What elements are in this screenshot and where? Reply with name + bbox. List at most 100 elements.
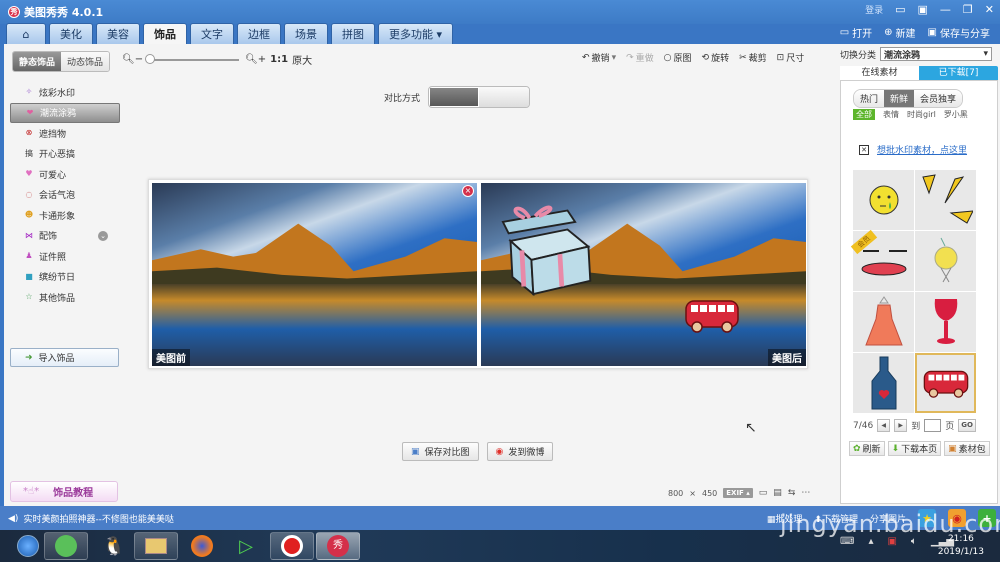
keyboard-icon[interactable]: ⌨ — [840, 536, 854, 547]
sidebar-item-category[interactable]: ❤ 潮流涂鸦 — [10, 102, 120, 123]
taskbar-app-meitu[interactable]: 秀 — [316, 532, 360, 560]
tab-more[interactable]: 更多功能 ▾ — [378, 23, 454, 44]
tab-frame[interactable]: 边框 — [237, 23, 281, 44]
tab-downloaded-materials[interactable]: 已下载[7] — [919, 66, 998, 80]
taskbar-app-recorder[interactable] — [270, 532, 314, 560]
material-item-bottle[interactable] — [853, 353, 914, 413]
crop-button[interactable]: ✂ 裁剪 — [739, 51, 767, 65]
sidebar-item-category[interactable]: ⋈ 配饰 ⌄ — [10, 226, 120, 247]
new-button[interactable]: ⊕ 新建 — [884, 25, 915, 40]
bus-sticker[interactable] — [681, 295, 743, 335]
tab-cosmetic[interactable]: 美容 — [96, 23, 140, 44]
add-share-icon[interactable]: + — [978, 509, 996, 527]
exif-button[interactable]: EXIF ▴ — [723, 488, 753, 498]
filter-new[interactable]: 新鲜 — [884, 90, 915, 107]
sidebar-item-category[interactable]: ♥ 可爱心 — [10, 164, 120, 185]
material-item-wine-glass[interactable] — [915, 292, 976, 352]
step-icon[interactable]: ▤ — [773, 488, 782, 498]
save-compare-button[interactable]: ▣ 保存对比图 — [402, 442, 479, 461]
minimize-icon[interactable]: — — [940, 3, 951, 16]
taskbar-app-ie[interactable] — [44, 532, 88, 560]
tab-text[interactable]: 文字 — [190, 23, 234, 44]
material-item-dress[interactable] — [853, 292, 914, 352]
download-manager-button[interactable]: ⬆下载管理 — [814, 512, 858, 525]
taskbar-app-firefox[interactable] — [180, 532, 224, 560]
tab-scene[interactable]: 场景 — [284, 23, 328, 44]
login-link[interactable]: 登录 — [865, 3, 883, 16]
qzone-icon[interactable]: ★ — [918, 509, 936, 527]
material-pack-button[interactable]: ▣ 素材包 — [944, 441, 990, 456]
gift-box-sticker[interactable] — [501, 201, 596, 296]
share-image-button[interactable]: 分享图片 — [870, 512, 906, 525]
tab-static-accessories[interactable]: 静态饰品 — [13, 52, 62, 71]
system-clock[interactable]: 21:16 2019/1/13 — [938, 533, 984, 559]
status-message[interactable]: ◀) 实时美颜拍照神器--不修图也能美美哒 — [8, 512, 174, 526]
weibo-icon[interactable]: ◉ — [948, 509, 966, 527]
fit-window-icon[interactable]: ▭ — [759, 488, 768, 498]
page-number-input[interactable] — [924, 419, 942, 432]
compare-icon[interactable]: ⇆ — [788, 488, 796, 498]
resize-button[interactable]: ⊡ 尺寸 — [777, 51, 805, 65]
volume-icon[interactable]: 🔈︎ — [911, 536, 917, 547]
sidebar-item-category[interactable]: ☆ 其他饰品 — [10, 287, 120, 308]
sidebar-item-category[interactable]: ■ 缤纷节日 — [10, 267, 120, 288]
download-page-button[interactable]: ⬇ 下载本页 — [887, 441, 942, 456]
prev-page-button[interactable]: ◀ — [877, 419, 891, 432]
tab-collage[interactable]: 拼图 — [331, 23, 375, 44]
zoom-slider-handle[interactable] — [145, 53, 156, 64]
sidebar-item-category[interactable]: ♟ 证件照 — [10, 246, 120, 267]
batch-watermark-link[interactable]: 想批水印素材，点这里 — [877, 143, 967, 156]
material-item-lantern[interactable] — [915, 231, 976, 291]
sidebar-item-category[interactable]: ⊗ 遮挡物 — [10, 123, 120, 144]
material-item-crying-face[interactable] — [853, 170, 914, 230]
zoom-in-icon[interactable]: 🔍︎+ — [245, 54, 266, 65]
tag-emoji[interactable]: 表情 — [883, 109, 899, 120]
next-page-button[interactable]: ▶ — [894, 419, 908, 432]
tab-home[interactable]: ⌂ — [6, 23, 46, 44]
tag-luoxiaohei[interactable]: 罗小黑 — [944, 109, 968, 120]
tutorial-button[interactable]: *☝* 饰品教程 — [10, 481, 118, 502]
tab-beautify[interactable]: 美化 — [49, 23, 93, 44]
preview-icon[interactable]: ⋯ — [801, 488, 810, 498]
import-accessory-button[interactable]: ➜ 导入饰品 — [10, 348, 119, 367]
close-promo-icon[interactable]: ✕ — [859, 144, 869, 155]
tab-dynamic-accessories[interactable]: 动态饰品 — [61, 52, 110, 71]
zoom-slider[interactable] — [145, 53, 240, 64]
undo-button[interactable]: ↶ 撤销 ▾ — [582, 51, 616, 65]
material-item-lips[interactable]: 会员 — [850, 229, 914, 291]
tab-accessories[interactable]: 饰品 — [143, 23, 187, 44]
sidebar-item-category[interactable]: ☻ 卡通形象 — [10, 205, 120, 226]
close-icon[interactable]: ✕ — [985, 3, 994, 16]
sidebar-item-category[interactable]: ◌ 会话气泡 — [10, 185, 120, 206]
sidebar-item-category[interactable]: ✧ 炫彩水印 — [10, 82, 120, 103]
refresh-button[interactable]: ✿ 刷新 — [849, 441, 885, 456]
restore-icon[interactable]: ❐ — [963, 3, 973, 16]
zoom-out-icon[interactable]: 🔍︎− — [122, 54, 143, 65]
remove-photo-icon[interactable]: × — [462, 185, 474, 197]
filter-vip[interactable]: 会员独享 — [914, 90, 963, 107]
redo-button[interactable]: ↷ 重做 — [626, 51, 654, 65]
actual-size-button[interactable]: 1:1 — [270, 54, 288, 65]
batch-button[interactable]: ▦批处理 — [767, 512, 803, 525]
open-button[interactable]: ▭ 打开 — [840, 25, 872, 40]
sidebar-item-category[interactable]: 搞开心恶搞 — [10, 144, 120, 165]
tag-all[interactable]: 全部 — [853, 109, 875, 120]
original-size-label[interactable]: 原大 — [292, 52, 312, 67]
original-button[interactable]: ○ 原图 — [664, 51, 692, 65]
tab-online-materials[interactable]: 在线素材 — [840, 66, 919, 80]
save-share-button[interactable]: ▣ 保存与分享 — [928, 25, 990, 40]
network-warning-icon[interactable]: ▣ — [887, 536, 896, 547]
taskbar-app-video[interactable]: ▷ — [224, 532, 268, 560]
material-item-bus[interactable] — [915, 353, 976, 413]
feedback-icon[interactable]: ▭ — [895, 3, 905, 16]
material-item-triangles[interactable] — [915, 170, 976, 230]
taskbar-app-qq[interactable]: 🐧 — [92, 532, 136, 560]
post-weibo-button[interactable]: ◉ 发到微博 — [486, 442, 554, 461]
rotate-button[interactable]: ⟲ 旋转 — [702, 51, 730, 65]
show-hidden-icons[interactable]: ▴ — [868, 536, 873, 547]
side-by-side-button[interactable] — [429, 87, 480, 107]
go-button[interactable]: GO — [958, 419, 976, 432]
top-bottom-button[interactable] — [479, 87, 530, 107]
filter-hot[interactable]: 热门 — [854, 90, 885, 107]
expand-icon[interactable]: ⌄ — [98, 230, 108, 241]
